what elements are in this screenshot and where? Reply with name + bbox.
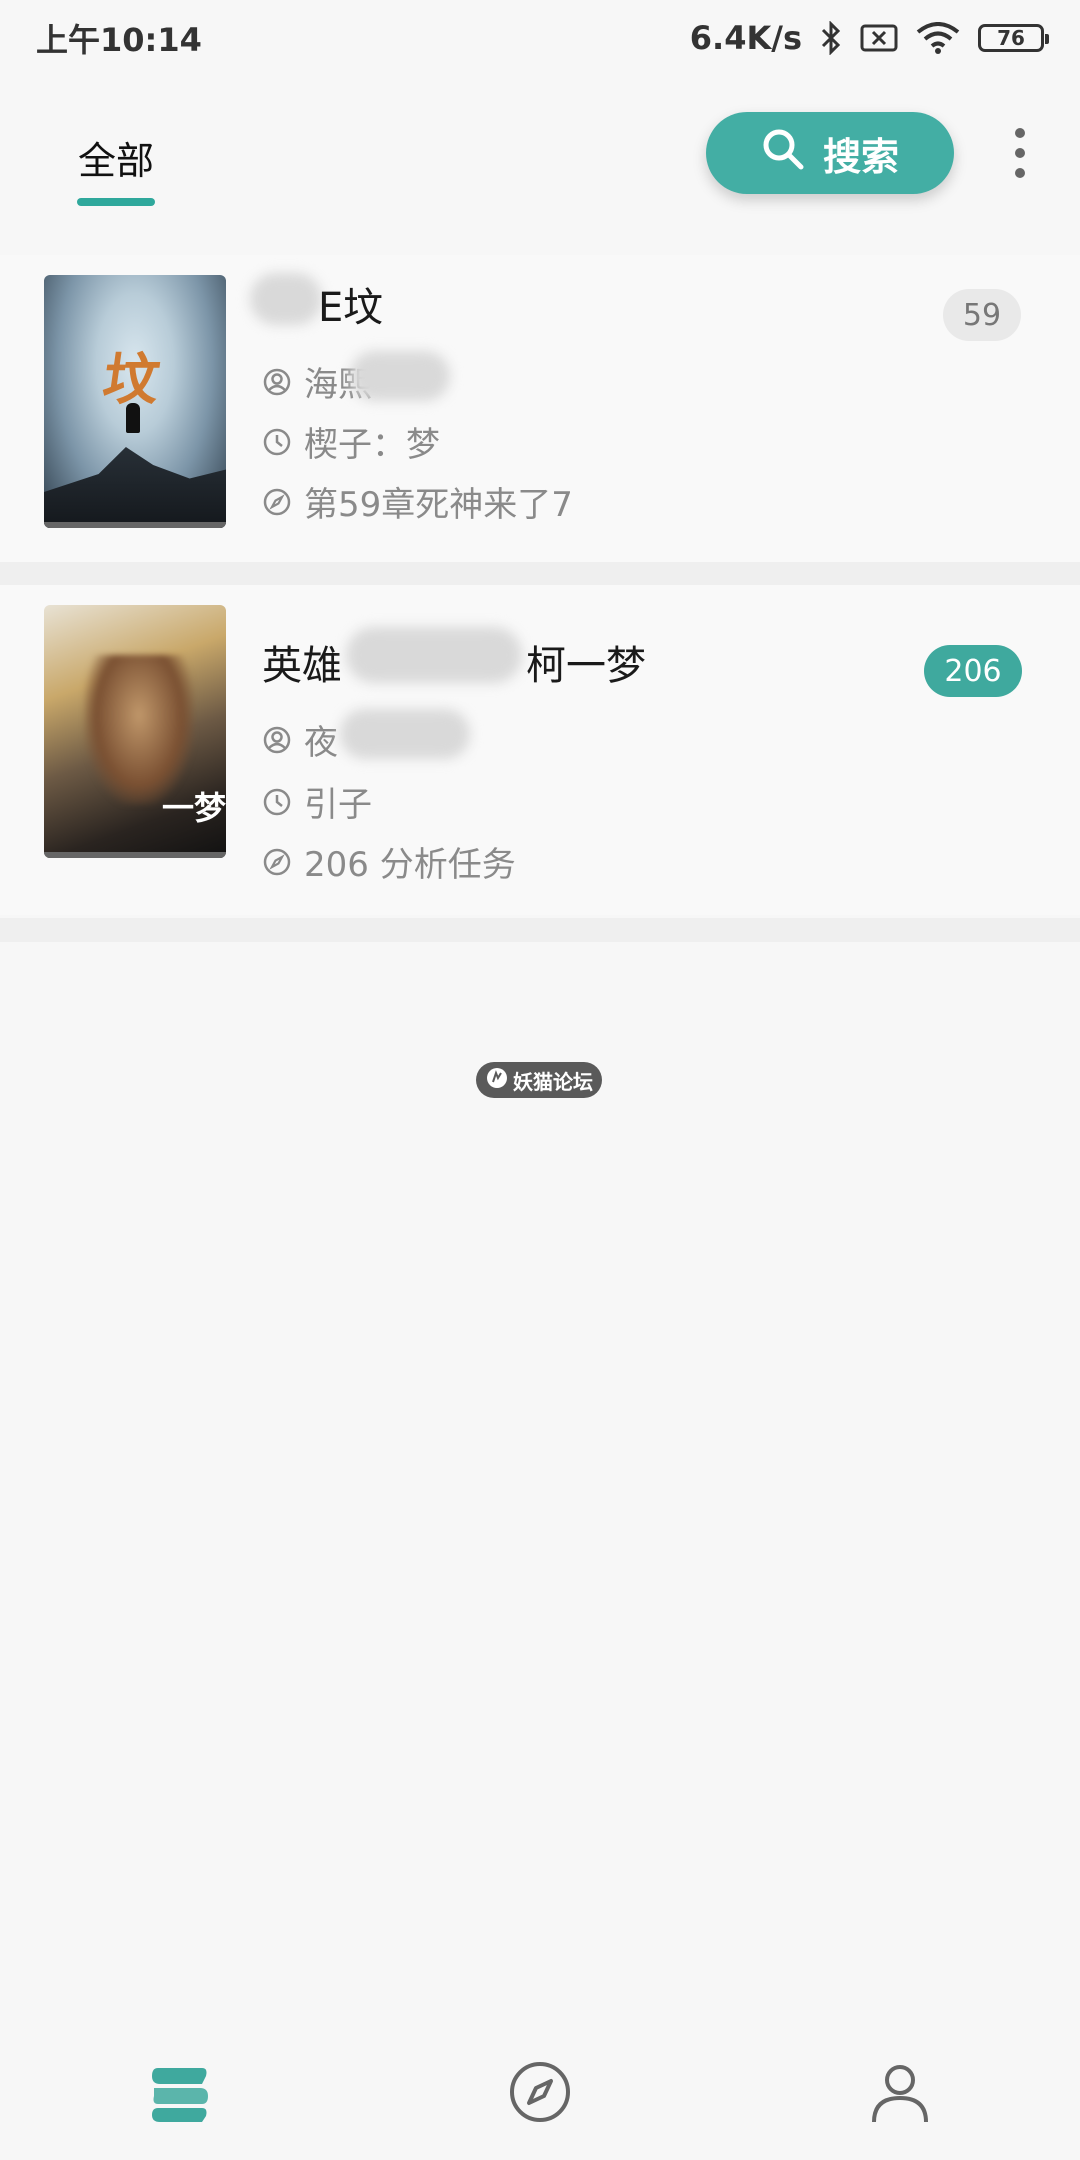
book-latest-chapter-row: 206 分析任务 [262,837,516,886]
compass-icon [262,487,292,517]
compass-icon [504,2062,576,2132]
forum-watermark: 妖猫论坛 [476,1062,602,1098]
network-speed: 6.4K/s [689,19,802,57]
book-latest-read-row: 楔子：梦 [262,417,440,466]
book-list-item[interactable]: 坟 E坟 海熙 楔子：梦 第59章死神来了7 59 [0,255,1080,585]
search-label: 搜索 [822,134,899,179]
book-title-prefix: 英雄 [262,643,342,689]
cover-rock [44,447,226,528]
book-latest-read: 楔子：梦 [304,425,440,465]
book-title: E坟 [318,285,384,331]
app-screen: 上午10:14 6.4K/s 76 全部 搜索 坟 E坟 海熙 楔子：梦 第59… [0,0,1080,2160]
book-latest-chapter-row: 第59章死神来了7 [262,477,573,526]
unread-count-badge: 206 [924,645,1022,697]
blurred-text [350,351,450,401]
tab-all[interactable]: 全部 [78,130,154,185]
more-options-button[interactable] [1000,128,1040,178]
book-title-suffix: 柯一梦 [526,643,646,689]
list-divider [0,562,1080,586]
cover-title-art: 一梦 [162,789,226,827]
nav-bookshelf[interactable] [144,2056,216,2128]
search-icon [761,127,805,180]
cover-progress-bar [44,522,226,528]
cover-figure [126,403,140,433]
wifi-icon [916,22,960,54]
blurred-text [346,627,522,683]
book-cover: 坟 [44,275,226,528]
more-dot [1015,148,1025,158]
book-cover: 一梦 [44,605,226,858]
book-author-row: 夜 [262,715,338,764]
clock-icon [262,427,292,457]
sim-off-icon [860,24,898,52]
compass-icon [262,847,292,877]
blurred-text [340,709,470,759]
book-latest-chapter: 206 分析任务 [304,845,516,885]
book-latest-read: 引子 [304,785,372,825]
status-icons: 6.4K/s 76 [689,19,1049,57]
cover-progress-bar [44,852,226,858]
user-circle-icon [262,367,292,397]
nav-explore[interactable] [504,2056,576,2128]
nav-profile[interactable] [864,2056,936,2128]
battery-indicator: 76 [978,24,1049,52]
cat-logo-icon [485,1066,509,1095]
watermark-text: 妖猫论坛 [513,1069,593,1094]
bottom-navigation [0,2040,1080,2140]
book-author: 夜 [304,723,338,763]
book-list-item[interactable]: 一梦 英雄 柯一梦 夜 引子 206 分析任务 206 [0,585,1080,915]
status-time: 上午10:14 [36,21,202,59]
status-bar: 上午10:14 6.4K/s 76 [0,0,1080,76]
search-button[interactable]: 搜索 [706,112,954,194]
user-circle-icon [262,725,292,755]
unread-count-badge: 59 [943,289,1021,341]
bluetooth-icon [820,21,842,55]
person-icon [864,2065,936,2132]
more-dot [1015,128,1025,138]
book-latest-chapter: 第59章死神来了7 [304,485,573,525]
clock-icon [262,787,292,817]
tab-indicator [77,198,155,206]
book-latest-read-row: 引子 [262,777,372,826]
top-bar: 全部 搜索 [0,100,1080,220]
more-dot [1015,168,1025,178]
blurred-text [250,273,322,325]
list-divider [0,918,1080,942]
bookshelf-icon [144,2068,216,2132]
